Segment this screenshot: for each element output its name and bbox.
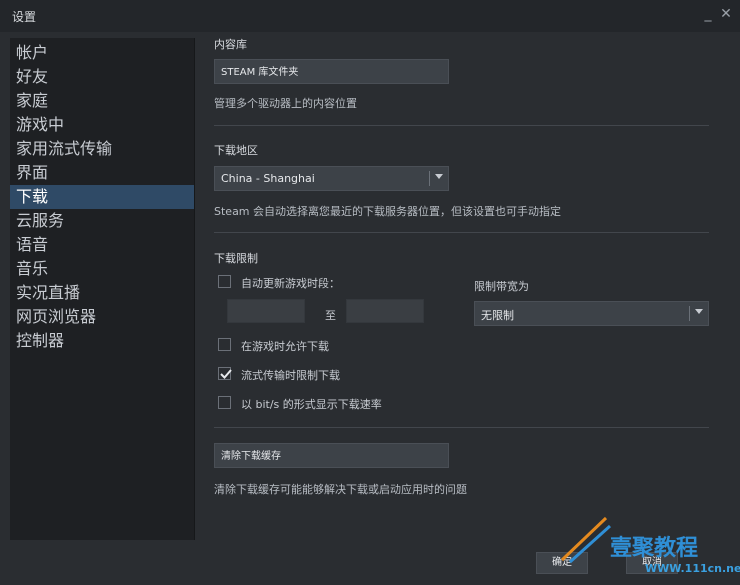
sidebar-item[interactable]: 界面 [10,161,194,185]
show-bits-label: 以 bit/s 的形式显示下载速率 [241,398,382,411]
library-folders-button[interactable]: STEAM 库文件夹 [214,59,449,84]
download-limits-title: 下载限制 [214,252,258,265]
sidebar-item[interactable]: 云服务 [10,209,194,233]
bandwidth-value: 无限制 [481,309,514,322]
sidebar-item[interactable]: 网页浏览器 [10,305,194,329]
chevron-down-icon [435,174,443,179]
range-to-label: 至 [325,309,336,322]
download-region-title: 下载地区 [214,144,258,157]
throttle-streaming-checkbox[interactable] [218,367,232,380]
minimize-icon[interactable]: _ [700,6,716,22]
auto-update-checkbox[interactable] [218,275,231,288]
sidebar-item[interactable]: 下载 [10,185,194,209]
sidebar-item[interactable]: 好友 [10,65,194,89]
checkmark-icon [220,369,232,379]
chevron-down-icon [695,309,703,314]
sidebar-item[interactable]: 家庭 [10,89,194,113]
divider [214,427,709,428]
select-divider [689,306,690,321]
title-bar: 设置 _ ✕ [0,0,740,32]
content-library-description: 管理多个驱动器上的内容位置 [214,97,357,110]
close-icon[interactable]: ✕ [718,6,734,22]
auto-update-start-field[interactable] [227,299,305,323]
watermark-url: WWW.111cn.net [645,562,740,575]
bandwidth-select[interactable]: 无限制 [474,301,709,326]
allow-ingame-download-checkbox[interactable] [218,338,231,351]
window-title: 设置 [12,10,37,24]
content-library-title: 内容库 [214,38,247,51]
sidebar-item[interactable]: 音乐 [10,257,194,281]
clear-download-cache-button[interactable]: 清除下载缓存 [214,443,449,468]
auto-update-end-field[interactable] [346,299,424,323]
throttle-streaming-label: 流式传输时限制下载 [241,369,340,382]
select-divider [429,171,430,186]
settings-sidebar: 帐户 好友 家庭 游戏中 家用流式传输 界面 下载 云服务 语音 音乐 实况直播 网页浏览器 控制器 [10,38,195,540]
download-region-value: China - Shanghai [221,172,315,185]
sidebar-item[interactable]: 语音 [10,233,194,257]
watermark-text: 壹聚教程 [610,536,699,561]
allow-ingame-download-label: 在游戏时允许下载 [241,340,329,353]
divider [214,125,709,126]
sidebar-nav: 帐户 好友 家庭 游戏中 家用流式传输 界面 下载 云服务 语音 音乐 实况直播 网页浏览器 控制器 [10,41,194,353]
divider [214,232,709,233]
clear-cache-description: 清除下载缓存可能能够解决下载或启动应用时的问题 [214,483,467,496]
sidebar-item[interactable]: 实况直播 [10,281,194,305]
download-region-description: Steam 会自动选择离您最近的下载服务器位置，但该设置也可手动指定 [214,205,562,218]
bandwidth-label: 限制带宽为 [474,280,529,293]
download-region-select[interactable]: China - Shanghai [214,166,449,191]
show-bits-checkbox[interactable] [218,396,231,409]
sidebar-item[interactable]: 家用流式传输 [10,137,194,161]
auto-update-label: 自动更新游戏时段： [241,277,340,290]
sidebar-item[interactable]: 控制器 [10,329,194,353]
sidebar-item[interactable]: 游戏中 [10,113,194,137]
sidebar-item[interactable]: 帐户 [10,41,194,65]
